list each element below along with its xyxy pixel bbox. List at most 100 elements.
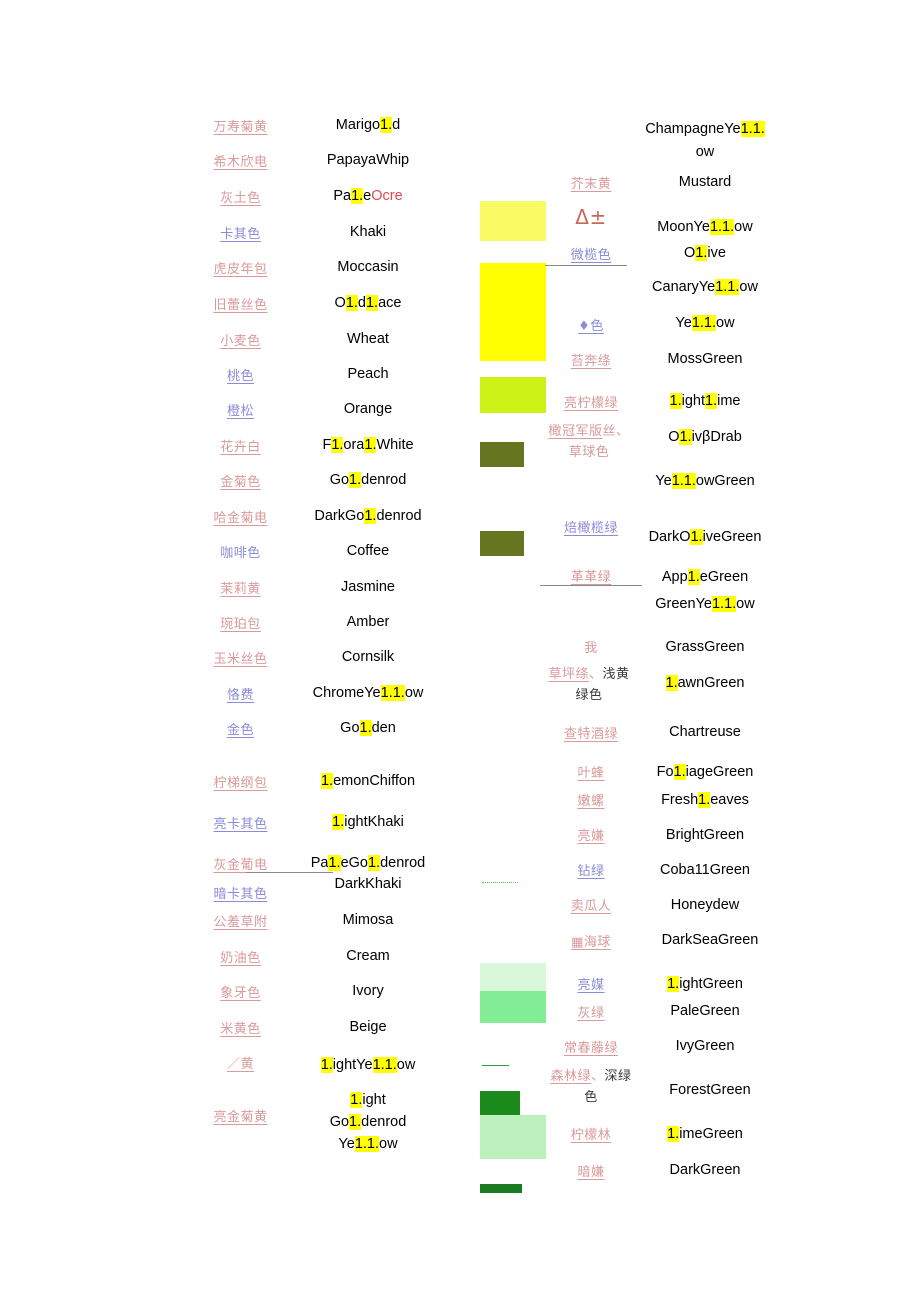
en-term: GrassGreen xyxy=(665,639,745,655)
en-term: Orange xyxy=(343,401,393,417)
en-term: App1.eGreen xyxy=(661,569,749,585)
en-term: Honeydew xyxy=(670,897,740,913)
cn-term: 咖啡色 xyxy=(220,546,261,561)
cn-term: 哈金菊电 xyxy=(213,511,268,526)
cn-term: 嫩螺 xyxy=(577,794,605,809)
en-term: DarkSeaGreen xyxy=(661,932,759,948)
cn-term: Δ± xyxy=(575,205,607,229)
en-term: Chartreuse xyxy=(669,724,741,740)
en-term: F1.ora1.White xyxy=(322,437,414,453)
cn-term: 常春藤绿 xyxy=(563,1041,618,1056)
cn-term: 亮金菊黄 xyxy=(213,1110,268,1125)
light-lime-swatch xyxy=(480,377,546,413)
en-term: Mustard xyxy=(678,174,732,190)
en-term: DarkO1.iveGreen xyxy=(648,529,762,545)
dark-green-swatch xyxy=(480,1184,522,1193)
moon-yellow-swatch xyxy=(480,201,546,241)
cn-term: 希木欣电 xyxy=(213,155,268,170)
honeydew-dotted-rule xyxy=(482,882,518,883)
en-term: Fresh1.eaves xyxy=(661,792,749,808)
en-term: 1.emonChiffon xyxy=(320,773,416,789)
ivy-green-rule xyxy=(482,1065,509,1066)
cn-term: 钻绿 xyxy=(577,864,605,879)
en-term: PapayaWhip xyxy=(326,152,410,168)
en-term: ChromeYe1.1.ow xyxy=(312,685,424,701)
cn-term: 柠檬林 xyxy=(570,1128,612,1143)
cn-term: ♦色 xyxy=(578,319,604,334)
cn-term: 公羞草附 xyxy=(213,915,268,930)
cn-term: 柠梯纲包 xyxy=(213,776,268,791)
cn-term: 米黄色 xyxy=(220,1022,261,1037)
en-term: Go1.denrod xyxy=(329,472,407,488)
en-term: Coffee xyxy=(346,543,390,559)
en-term: PaleGreen xyxy=(670,1003,740,1019)
cn-term: 焙橄榄绿 xyxy=(563,521,618,536)
cn-term: 花卉白 xyxy=(220,440,261,455)
goldenrod-gray-rule xyxy=(246,872,333,873)
en-term: O1.ive xyxy=(684,245,726,261)
cn-term: 旧蕾丝色 xyxy=(213,298,268,313)
en-term: Ivory xyxy=(352,983,384,999)
cn-term: 革革绿 xyxy=(570,570,612,585)
en-term: Mimosa xyxy=(342,912,394,928)
en-term: MossGreen xyxy=(667,351,743,367)
en-term: 1.ightYe1.1.ow xyxy=(320,1057,416,1073)
cn-term: 卖瓜人 xyxy=(570,899,612,914)
canary-yellow-swatch xyxy=(480,263,546,316)
en-term: 1.ight1.ime xyxy=(669,393,741,409)
en-term: Jasmine xyxy=(341,579,395,595)
en-term: MoonYe1.1.ow xyxy=(657,219,753,235)
en-term: Marigo1.d xyxy=(335,117,401,133)
en-term: Peach xyxy=(347,366,389,382)
en-term: GreenYe1.1.ow xyxy=(655,596,755,612)
en-term: BrightGreen xyxy=(665,827,745,843)
en-term: 1.ight Go1.denrod Ye1.1.ow xyxy=(329,1092,407,1152)
en-term: 1.imeGreen xyxy=(667,1126,743,1142)
en-term: O1.ivβDrab xyxy=(668,429,742,445)
cn-term: 卡其色 xyxy=(220,227,261,242)
cn-term: 查特酒绿 xyxy=(563,727,618,742)
en-term: Coba11Green xyxy=(659,862,751,878)
en-term: O1.d1.ace xyxy=(334,295,402,311)
olive-divider-rule xyxy=(545,265,627,266)
en-term: DarkKhaki xyxy=(334,876,402,892)
cn-term: 暗嫌 xyxy=(577,1165,605,1180)
cn-term: 桃色 xyxy=(226,369,254,384)
en-term: Amber xyxy=(346,614,390,630)
cn-term: ／黄 xyxy=(226,1057,254,1072)
en-term: CanaryYe1.1.ow xyxy=(652,279,758,295)
en-term: Ye1.1.ow xyxy=(675,315,735,331)
en-term: Beige xyxy=(349,1019,387,1035)
cn-term: 灰土色 xyxy=(220,191,261,206)
en-term: DarkGo1.denrod xyxy=(314,508,422,524)
cn-term: 恪费 xyxy=(226,688,254,703)
en-term: 1.ightGreen xyxy=(667,976,743,992)
pale-green-swatch xyxy=(480,991,546,1023)
light-green-swatch xyxy=(480,963,546,991)
en-term: Fo1.iageGreen xyxy=(656,764,754,780)
lime-green-swatch xyxy=(480,1115,546,1159)
en-term: Ye1.1.owGreen xyxy=(655,473,755,489)
cn-term: 苔奔绦 xyxy=(570,354,612,369)
color-glossary-page: 万寿菊黄 Marigo1.d 希木欣电 PapayaWhip 灰土色 Pa1.e… xyxy=(0,0,920,1301)
cn-term: 亮嫌 xyxy=(577,829,605,844)
en-term: DarkGreen xyxy=(669,1162,741,1178)
en-term: IvyGreen xyxy=(675,1038,735,1054)
en-term: ChampagneYe1.1. ow xyxy=(645,121,765,160)
forest-green-swatch xyxy=(480,1091,520,1115)
cn-term: 象牙色 xyxy=(220,986,261,1001)
en-term: Go1.den xyxy=(340,720,396,736)
cn-term: 橙松 xyxy=(226,404,254,419)
dark-olive-green-swatch xyxy=(480,531,524,556)
cn-term: 金菊色 xyxy=(220,475,261,490)
cn-term: 琬珀包 xyxy=(220,617,261,632)
cn-term: 小麦色 xyxy=(220,334,261,349)
cn-term: 芥末黄 xyxy=(570,177,612,192)
en-term: Cream xyxy=(346,948,390,964)
cn-term: 茉莉黄 xyxy=(220,582,261,597)
en-term: Moccasin xyxy=(337,259,399,275)
en-term: Wheat xyxy=(347,331,389,347)
yellow-swatch xyxy=(480,316,546,361)
cn-term: 亮柠檬绿 xyxy=(563,396,618,411)
en-term: 1.ightKhaki xyxy=(332,814,404,830)
